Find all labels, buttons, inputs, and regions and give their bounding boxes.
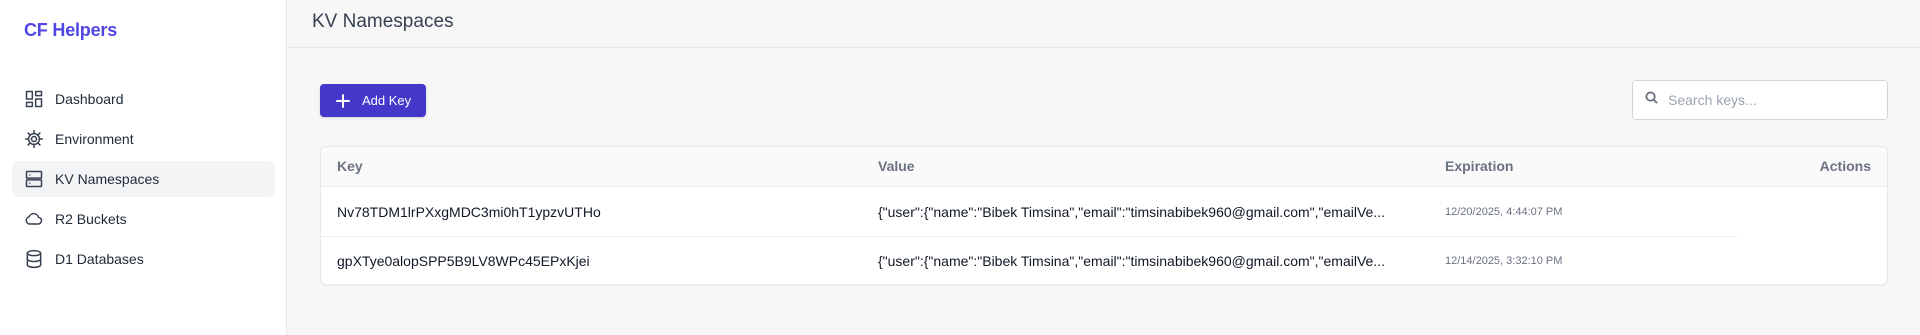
sidebar-item-dashboard[interactable]: Dashboard xyxy=(12,81,275,117)
search-input[interactable] xyxy=(1668,92,1878,108)
brand-logo[interactable]: CF Helpers xyxy=(24,20,117,41)
add-key-button[interactable]: Add Key xyxy=(320,84,426,117)
sidebar-nav: Dashboard Environment KV Namespaces R2 B… xyxy=(12,81,275,281)
sidebar-item-environment[interactable]: Environment xyxy=(12,121,275,157)
table-row[interactable]: gpXTye0alopSPP5B9LV8WPc45EPxKjei {"user"… xyxy=(321,237,1887,284)
plus-icon xyxy=(336,93,350,108)
column-header-expiration: Expiration xyxy=(1445,158,1514,174)
row-key: gpXTye0alopSPP5B9LV8WPc45EPxKjei xyxy=(337,253,590,269)
table-row[interactable]: Nv78TDM1lrPXxgMDC3mi0hT1ypzvUTHo {"user"… xyxy=(321,187,1887,236)
column-header-value: Value xyxy=(878,158,915,174)
server-icon xyxy=(24,169,44,189)
main-content: KV Namespaces Add Key Key Value Expirati… xyxy=(288,0,1920,335)
row-value: {"user":{"name":"Bibek Timsina","email":… xyxy=(878,253,1385,269)
sidebar-item-label: Dashboard xyxy=(55,91,124,107)
row-expiration: 12/20/2025, 4:44:07 PM xyxy=(1445,206,1563,218)
sidebar-item-label: Environment xyxy=(55,131,134,147)
row-value: {"user":{"name":"Bibek Timsina","email":… xyxy=(878,204,1385,220)
row-expiration: 12/14/2025, 3:32:10 PM xyxy=(1445,255,1563,267)
database-icon xyxy=(24,249,44,269)
sidebar-item-kv-namespaces[interactable]: KV Namespaces xyxy=(12,161,275,197)
sidebar-item-d1-databases[interactable]: D1 Databases xyxy=(12,241,275,277)
top-bar: KV Namespaces xyxy=(288,0,1920,48)
row-key: Nv78TDM1lrPXxgMDC3mi0hT1ypzvUTHo xyxy=(337,204,601,220)
sidebar: CF Helpers Dashboard Environment KV Name… xyxy=(0,0,287,335)
column-header-key: Key xyxy=(337,158,363,174)
column-header-actions: Actions xyxy=(1819,158,1871,174)
gear-icon xyxy=(24,129,44,149)
table-header: Key Value Expiration Actions xyxy=(321,147,1887,187)
kv-table: Key Value Expiration Actions Nv78TDM1lrP… xyxy=(320,146,1888,285)
cloud-icon xyxy=(24,209,44,229)
dashboard-icon xyxy=(24,89,44,109)
sidebar-item-r2-buckets[interactable]: R2 Buckets xyxy=(12,201,275,237)
sidebar-item-label: D1 Databases xyxy=(55,251,144,267)
sidebar-item-label: R2 Buckets xyxy=(55,211,127,227)
sidebar-item-label: KV Namespaces xyxy=(55,171,160,187)
search-icon xyxy=(1645,91,1658,109)
search-box[interactable] xyxy=(1632,80,1888,120)
page-title: KV Namespaces xyxy=(312,11,454,32)
add-key-label: Add Key xyxy=(362,93,412,108)
